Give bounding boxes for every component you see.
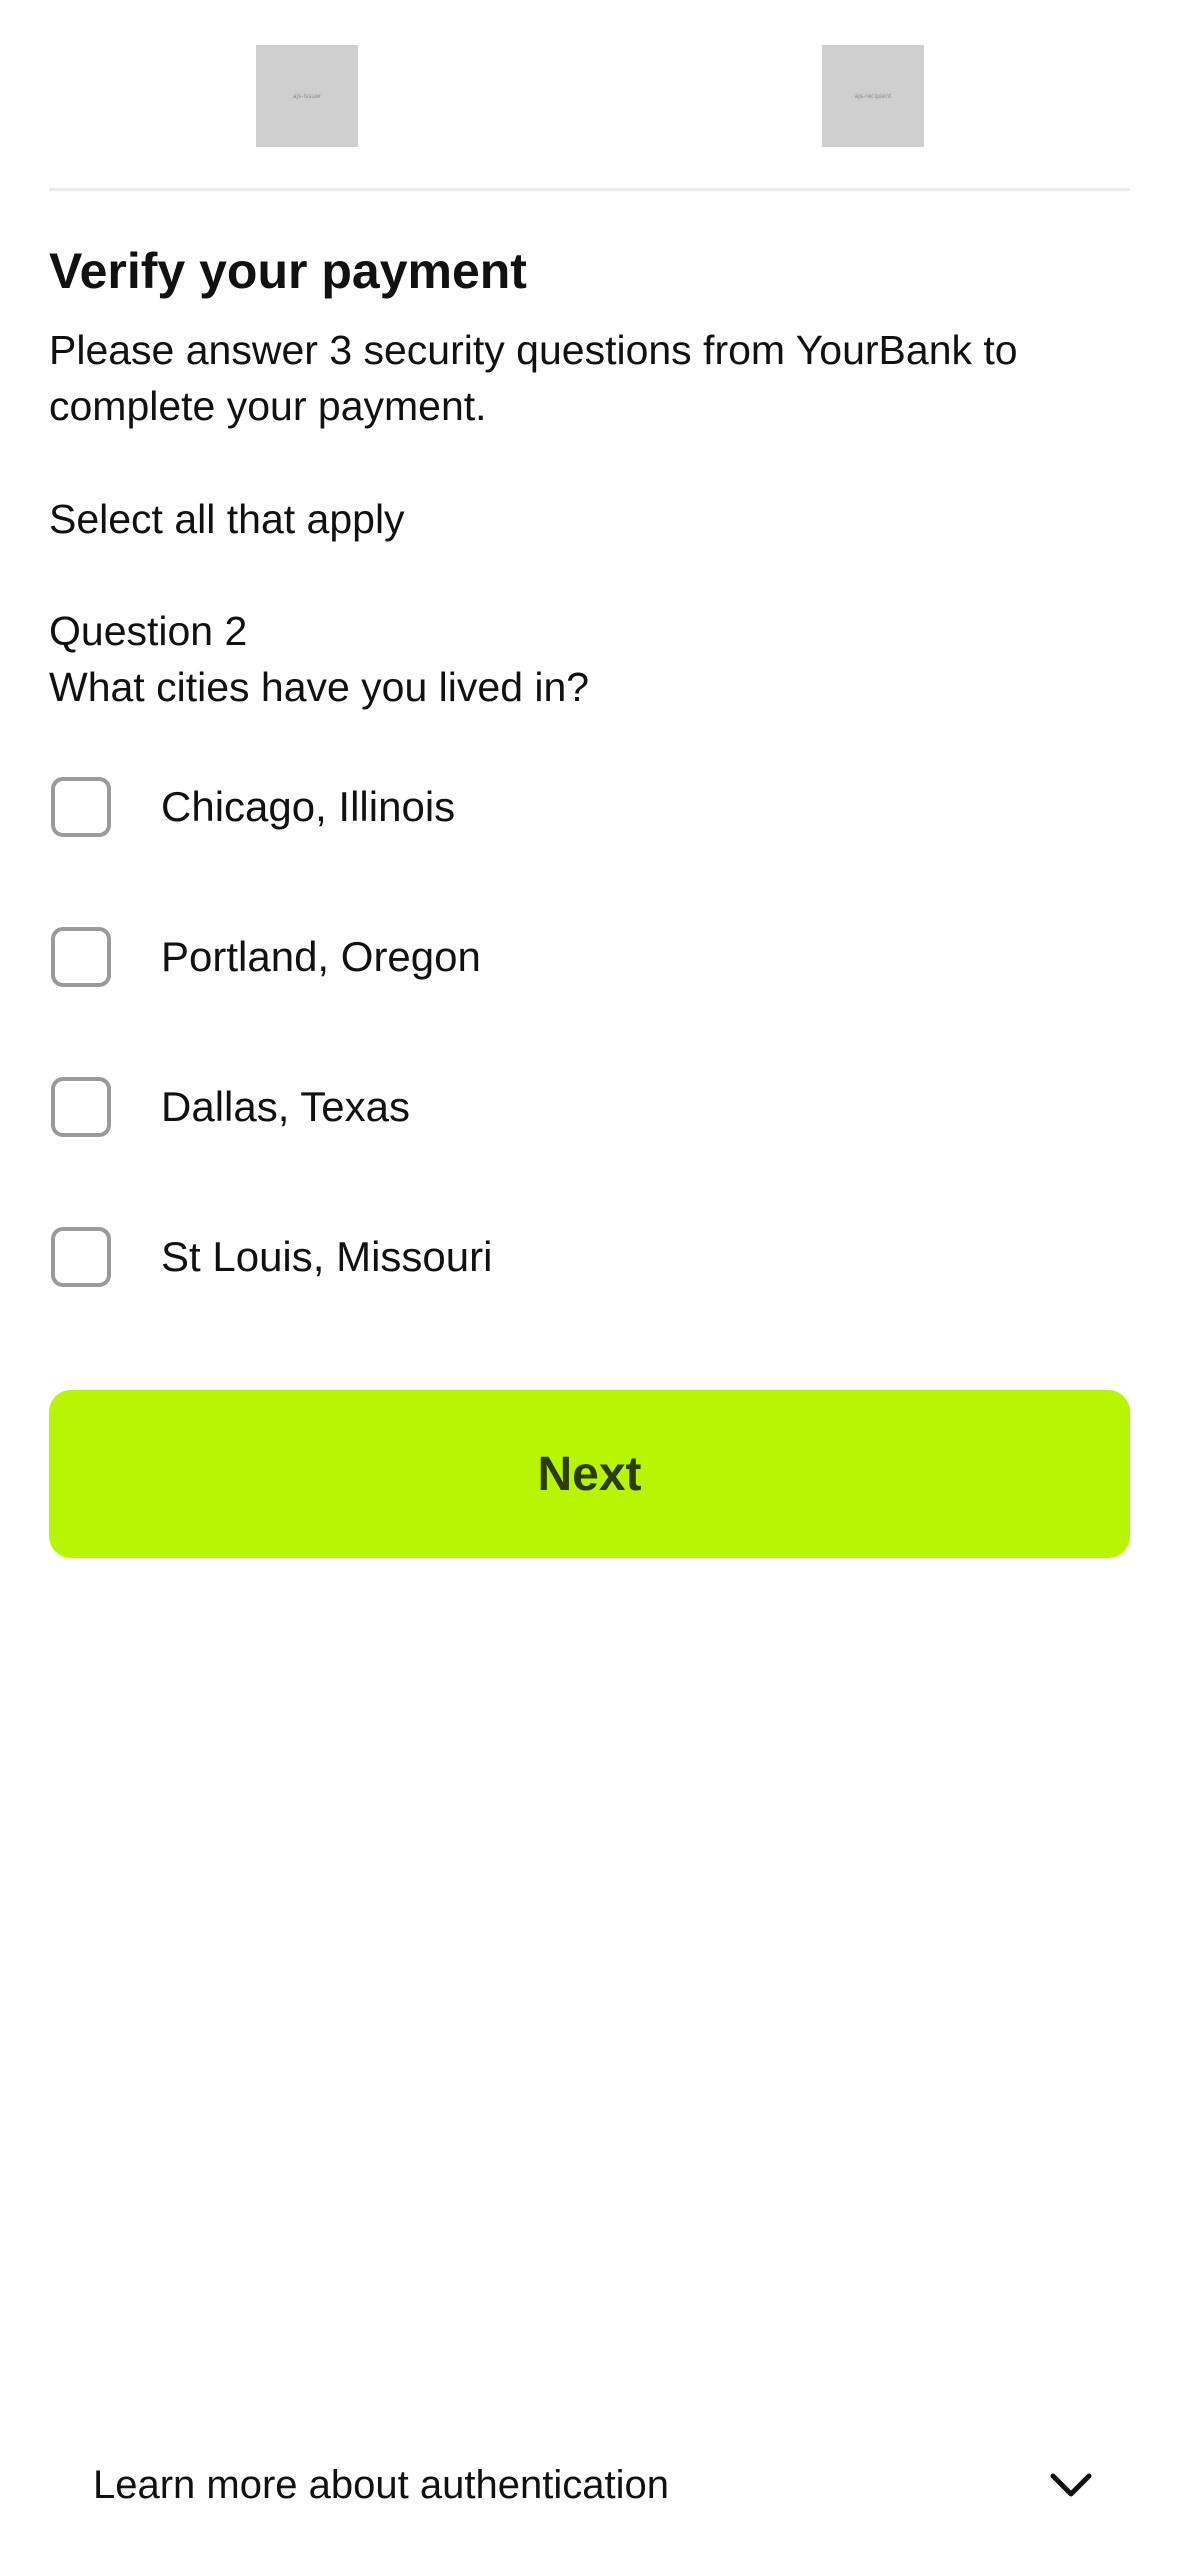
option-portland[interactable]: Portland, Oregon [49,917,1130,997]
page-title: Verify your payment [49,243,527,299]
option-label: St Louis, Missouri [161,1233,493,1280]
next-button[interactable]: Next [49,1390,1130,1558]
checkbox[interactable] [51,1077,111,1137]
checkbox[interactable] [51,927,111,987]
checkbox[interactable] [51,777,111,837]
learn-more-toggle[interactable]: Learn more about authentication [93,2453,1093,2517]
issuer-logo-text: ajs-issuer [292,92,322,100]
learn-more-label: Learn more about authentication [93,2463,669,2507]
option-chicago[interactable]: Chicago, Illinois [49,767,1130,847]
checkbox[interactable] [51,1227,111,1287]
page-description: Please answer 3 security questions from … [49,327,1018,429]
header-divider [49,188,1130,191]
option-dallas[interactable]: Dallas, Texas [49,1067,1130,1147]
issuer-logo: ajs-issuer [256,45,358,147]
recipient-logo: ajs-recipient [822,45,924,147]
instruction-text: Select all that apply [49,496,405,542]
recipient-logo-text: ajs-recipient [854,92,892,100]
chevron-down-icon[interactable] [1049,2463,1093,2507]
option-st-louis[interactable]: St Louis, Missouri [49,1217,1130,1297]
logo-bar: ajs-issuer ajs-recipient [0,0,1179,190]
option-label: Chicago, Illinois [161,783,456,830]
option-label: Portland, Oregon [161,933,481,980]
option-label: Dallas, Texas [161,1083,411,1130]
question-text: What cities have you lived in? [49,664,590,710]
question-number: Question 2 [49,608,248,654]
